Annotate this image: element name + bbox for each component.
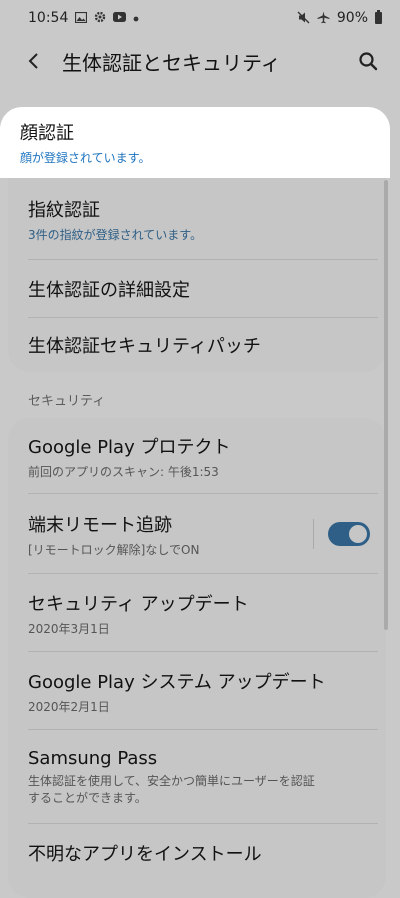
highlighted-item: 顔認証 顔が登録されています。 <box>0 107 390 178</box>
vertical-divider <box>313 519 314 549</box>
list-item-sub: 生体認証を使用して、安全かつ簡単にユーザーを認証 することができます。 <box>28 773 315 805</box>
security-card: Google Play プロテクト 前回のアプリのスキャン: 午後1:53 端末… <box>8 418 386 898</box>
list-item-fingerprint[interactable]: 指紋認証 3件の指紋が登録されています。 <box>8 178 386 260</box>
list-item-sub: 前回のアプリのスキャン: 午後1:53 <box>28 464 219 479</box>
list-item-label: セキュリティ アップデート <box>28 593 249 615</box>
list-item-biometric-advanced[interactable]: 生体認証の詳細設定 <box>8 260 386 318</box>
airplane-mode-icon <box>317 11 330 26</box>
list-item-sub: 顔が登録されています。 <box>20 151 151 165</box>
toggle-wrap <box>313 519 370 549</box>
list-item-remote-tracking[interactable]: 端末リモート追跡 [リモートロック解除]なしでON <box>8 494 386 574</box>
list-item-label: 生体認証の詳細設定 <box>28 280 190 301</box>
status-bar-right: 90% <box>297 10 382 26</box>
scrollbar[interactable] <box>384 180 388 630</box>
status-bar-left: 10:54 <box>28 10 139 26</box>
remote-tracking-toggle[interactable] <box>328 522 370 546</box>
list-item-security-update[interactable]: セキュリティ アップデート 2020年3月1日 <box>8 574 386 652</box>
list-item-label: 指紋認証 <box>28 199 100 221</box>
list-item-play-protect[interactable]: Google Play プロテクト 前回のアプリのスキャン: 午後1:53 <box>8 418 386 494</box>
mute-icon <box>297 11 310 26</box>
battery-percent: 90% <box>336 10 368 26</box>
dot-icon <box>133 12 139 24</box>
list-item-label: 不明なアプリをインストール <box>28 844 262 865</box>
back-button[interactable] <box>18 45 50 77</box>
status-bar: 10:54 90% <box>0 0 400 36</box>
list-item-label: 生体認証セキュリティパッチ <box>28 336 261 357</box>
list-item-play-system-update[interactable]: Google Play システム アップデート 2020年2月1日 <box>8 652 386 730</box>
search-icon <box>359 52 378 71</box>
list-item-sub: 2020年3月1日 <box>28 621 110 636</box>
list-item-face-recognition[interactable]: 顔認証 顔が登録されています。 <box>0 107 390 178</box>
section-header-security: セキュリティ <box>28 394 106 409</box>
list-item-sub: 3件の指紋が登録されています。 <box>28 227 203 242</box>
app-bar: 生体認証とセキュリティ <box>0 36 400 86</box>
chevron-left-icon <box>28 53 38 69</box>
youtube-icon <box>113 12 127 24</box>
list-item-install-unknown-apps[interactable]: 不明なアプリをインストール <box>8 824 386 882</box>
list-item-label: Samsung Pass <box>28 747 158 769</box>
list-item-label: Google Play プロテクト <box>28 436 231 458</box>
status-time: 10:54 <box>28 10 69 26</box>
list-item-sub: 2020年2月1日 <box>28 699 110 714</box>
search-button[interactable] <box>352 45 384 77</box>
list-item-biometric-patch[interactable]: 生体認証セキュリティパッチ <box>8 318 386 372</box>
gear-icon <box>94 11 106 25</box>
list-item-label: 顔認証 <box>20 123 74 144</box>
battery-icon <box>375 10 382 24</box>
page-title: 生体認証とセキュリティ <box>62 50 281 75</box>
list-item-label: Google Play システム アップデート <box>28 671 326 693</box>
list-item-samsung-pass[interactable]: Samsung Pass 生体認証を使用して、安全かつ簡単にユーザーを認証 する… <box>8 730 386 824</box>
gallery-icon <box>75 11 88 25</box>
